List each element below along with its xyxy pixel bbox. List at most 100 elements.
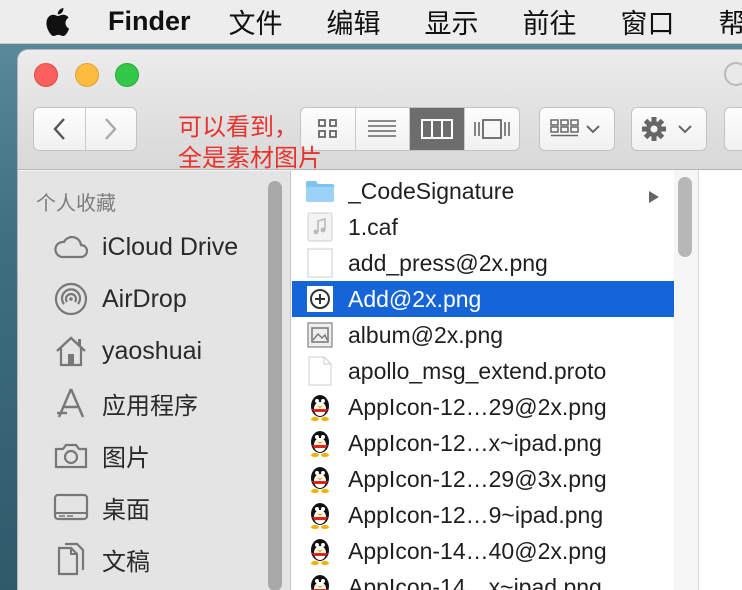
file-row[interactable]: AppIcon-14…x~ipad.png [292, 569, 674, 590]
qq-penguin-icon [304, 571, 336, 590]
sidebar-heading-favorites: 个人收藏 [36, 191, 116, 215]
qq-penguin-icon [304, 499, 336, 531]
sidebar-item-home[interactable]: yaoshuai [52, 331, 202, 371]
sidebar-item-desktop[interactable]: 桌面 [52, 487, 150, 527]
sidebar-item-icloud-drive[interactable]: iCloud Drive [52, 227, 238, 267]
annotation-line-1: 可以看到， [178, 113, 298, 141]
file-row[interactable]: AppIcon-12…29@3x.png [292, 461, 674, 497]
file-row-selected[interactable]: Add@2x.png [292, 281, 674, 317]
sidebar-item-label: 桌面 [102, 495, 150, 524]
arrange-icon [550, 119, 600, 137]
file-name: AppIcon-12…29@2x.png [348, 393, 607, 420]
documents-icon [52, 540, 90, 578]
list-icon [368, 120, 397, 137]
file-row[interactable]: album@2x.png [292, 317, 674, 353]
qq-penguin-icon [304, 427, 336, 459]
gallery-view-button[interactable] [465, 108, 520, 150]
file-column-scrollbar[interactable] [678, 177, 692, 257]
applications-icon [52, 384, 90, 422]
menu-bar: Finder 文件 编辑 显示 前往 窗口 帮助 [0, 0, 742, 44]
sidebar-item-label: 应用程序 [102, 391, 198, 420]
camera-icon [52, 436, 90, 474]
qq-penguin-icon [304, 535, 336, 567]
menu-file[interactable]: 文件 [229, 2, 283, 41]
qq-penguin-icon [304, 391, 336, 423]
toolbar: 可以看到， 全是素材图片 [18, 50, 742, 172]
file-name: AppIcon-14…40@2x.png [348, 537, 607, 564]
folder-icon [304, 175, 336, 207]
album-image-icon [304, 319, 336, 351]
close-window-button[interactable] [34, 63, 58, 87]
document-file-icon [304, 355, 336, 387]
back-button[interactable] [34, 108, 86, 150]
menu-go[interactable]: 前往 [523, 2, 577, 41]
home-icon [52, 332, 90, 370]
sidebar-item-label: AirDrop [102, 284, 187, 313]
file-name: _CodeSignature [348, 177, 515, 204]
file-name: 1.caf [348, 213, 398, 240]
finder-window: 可以看到， 全是素材图片 个人收藏 iCloud Drive AirDrop y… [18, 50, 742, 590]
sidebar-item-label: yaoshuai [102, 336, 203, 365]
file-row[interactable]: AppIcon-12…29@2x.png [292, 389, 674, 425]
cover-flow-icon [473, 119, 510, 139]
file-row[interactable]: AppIcon-12…x~ipad.png [292, 425, 674, 461]
forward-button[interactable] [86, 108, 137, 150]
airdrop-icon [52, 280, 90, 318]
apple-icon[interactable] [44, 7, 70, 37]
menu-help[interactable]: 帮助 [719, 2, 742, 41]
sidebar-scrollbar[interactable] [268, 181, 282, 590]
file-name: AppIcon-12…x~ipad.png [348, 429, 602, 456]
action-dropdown[interactable] [631, 107, 707, 151]
columns-icon [420, 119, 453, 139]
sidebar-item-documents[interactable]: 文稿 [52, 539, 150, 579]
menu-edit[interactable]: 编辑 [327, 2, 381, 41]
file-name: Add@2x.png [348, 285, 482, 312]
annotation-line-2: 全是素材图片 [178, 144, 322, 172]
share-button[interactable] [724, 107, 742, 151]
audio-file-icon [304, 211, 336, 243]
file-name: AppIcon-12…29@3x.png [348, 465, 607, 492]
file-column: _CodeSignature 1.caf add_press@2x.png Ad… [292, 171, 674, 590]
file-name: album@2x.png [348, 321, 504, 348]
sidebar-item-pictures[interactable]: 图片 [52, 435, 150, 475]
arrange-button[interactable] [540, 108, 614, 150]
view-mode-group [300, 107, 520, 151]
blank-image-icon [304, 247, 336, 279]
sidebar-item-applications[interactable]: 应用程序 [52, 383, 198, 423]
minimize-window-button[interactable] [75, 63, 99, 87]
file-row[interactable]: 1.caf [292, 209, 674, 245]
add-circle-icon [304, 283, 336, 315]
chevron-left-icon [53, 118, 66, 140]
qq-penguin-icon [304, 463, 336, 495]
column-view-button[interactable] [410, 108, 465, 150]
gear-icon [642, 117, 692, 141]
sidebar-item-label: 文稿 [102, 547, 150, 576]
disclosure-arrow-icon [648, 183, 660, 210]
arrange-dropdown[interactable] [539, 107, 615, 151]
next-column [699, 171, 742, 590]
file-row[interactable]: apollo_msg_extend.proto [292, 353, 674, 389]
sidebar-item-airdrop[interactable]: AirDrop [52, 279, 187, 319]
desktop-icon [52, 488, 90, 526]
file-row[interactable]: _CodeSignature [292, 173, 674, 209]
red-annotation: 可以看到， 全是素材图片 [178, 112, 322, 174]
nav-buttons [33, 107, 137, 151]
file-name: add_press@2x.png [348, 249, 548, 276]
menu-view[interactable]: 显示 [425, 2, 479, 41]
list-view-button[interactable] [356, 108, 410, 150]
chevron-right-icon [104, 118, 117, 140]
file-row[interactable]: AppIcon-14…40@2x.png [292, 533, 674, 569]
sidebar-item-label: iCloud Drive [102, 232, 239, 261]
file-row[interactable]: add_press@2x.png [292, 245, 674, 281]
file-row[interactable]: AppIcon-12…9~ipad.png [292, 497, 674, 533]
cloud-icon [52, 228, 90, 266]
toolbar-toggle-icon[interactable] [724, 62, 742, 86]
file-name: AppIcon-14…x~ipad.png [348, 573, 602, 590]
file-name: apollo_msg_extend.proto [348, 357, 607, 384]
zoom-window-button[interactable] [115, 63, 139, 87]
file-name: AppIcon-12…9~ipad.png [348, 501, 604, 528]
action-button[interactable] [632, 108, 706, 150]
menu-finder[interactable]: Finder [108, 6, 191, 37]
menu-window[interactable]: 窗口 [621, 2, 675, 41]
sidebar-item-label: 图片 [102, 443, 150, 472]
